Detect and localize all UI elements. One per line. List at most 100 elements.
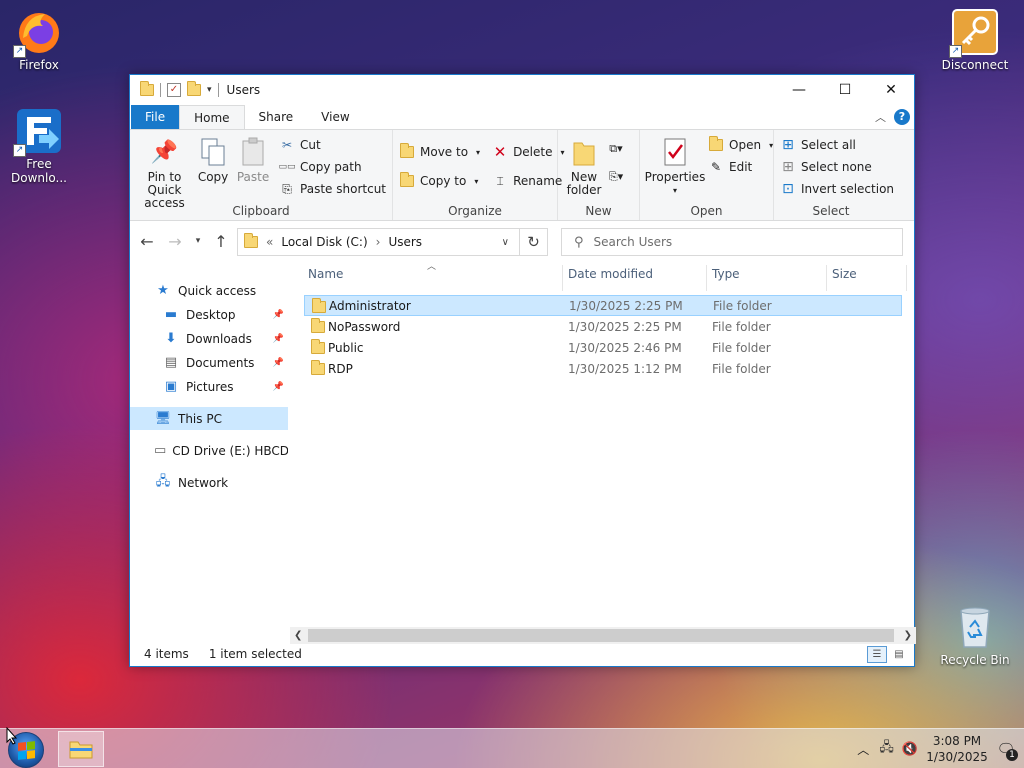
windows-logo-icon: [17, 740, 35, 760]
desktop-icon-disconnect[interactable]: ↗ Disconnect: [939, 8, 1011, 72]
file-name: RDP: [328, 361, 353, 376]
network-status-icon[interactable]: 🖧: [879, 738, 894, 760]
minimize-button[interactable]: —: [776, 75, 822, 105]
computer-icon: 🖥: [154, 411, 172, 426]
scroll-right-icon[interactable]: ❯: [904, 630, 912, 641]
taskbar-file-explorer[interactable]: [58, 731, 104, 767]
select-all-icon: ⊞: [782, 137, 794, 153]
file-row[interactable]: NoPassword 1/30/2025 2:25 PM File folder: [304, 316, 902, 337]
nav-quick-access[interactable]: ★ Quick access: [130, 279, 288, 302]
documents-icon: ▤: [164, 355, 178, 370]
column-header-name[interactable]: Name: [308, 267, 343, 281]
file-type: File folder: [712, 340, 771, 355]
close-button[interactable]: ✕: [868, 75, 914, 105]
nav-documents[interactable]: ▤ Documents 📌: [130, 351, 288, 374]
new-item-button[interactable]: ⧉▾: [608, 138, 624, 160]
tab-home[interactable]: Home: [179, 105, 245, 130]
desktop-icon-label: Free Downlo...: [11, 157, 67, 185]
maximize-button[interactable]: ☐: [822, 75, 868, 105]
up-button[interactable]: ↑: [212, 232, 230, 251]
open-button[interactable]: Open ▾: [708, 134, 773, 156]
move-to-icon: [399, 143, 415, 160]
paste-shortcut-button[interactable]: ⎘ Paste shortcut: [279, 178, 386, 200]
delete-button[interactable]: ✕ Delete ▾: [492, 141, 565, 163]
customize-qat-icon[interactable]: ▾: [207, 85, 212, 95]
delete-icon: ✕: [493, 143, 507, 161]
search-input[interactable]: Search Users: [594, 235, 673, 249]
column-divider[interactable]: [826, 265, 827, 291]
open-group: Properties ▾ Open ▾ ✎ Edit Open: [640, 130, 774, 220]
quick-access-toolbar: ✓ ▾: [130, 81, 219, 97]
address-dropdown-icon[interactable]: ∨: [502, 237, 509, 248]
easy-access-button[interactable]: ⎘▾: [608, 166, 624, 188]
edit-button[interactable]: ✎ Edit: [708, 156, 773, 178]
recent-locations-button[interactable]: ▾: [194, 236, 202, 246]
volume-muted-icon[interactable]: 🔇: [902, 742, 918, 757]
title-bar[interactable]: ✓ ▾ Users — ☐ ✕: [130, 75, 914, 105]
clock-time: 3:08 PM: [932, 734, 982, 748]
invert-selection-button[interactable]: ⊡ Invert selection: [780, 178, 894, 200]
taskbar: ︿ 🖧 🔇 3:08 PM 1/30/2025 🗨 1: [0, 728, 1024, 768]
notification-count: 1: [1006, 749, 1018, 761]
large-icons-view-button[interactable]: ▤: [889, 646, 909, 663]
desktop-icon-free-download[interactable]: ↗ Free Downlo...: [3, 107, 75, 185]
column-header-date[interactable]: Date modified: [568, 267, 653, 281]
tab-share[interactable]: Share: [245, 105, 308, 129]
clock[interactable]: 3:08 PM 1/30/2025: [926, 733, 988, 765]
desktop-icon-firefox[interactable]: ↗ Firefox: [3, 8, 75, 72]
properties-checkbox-icon[interactable]: ✓: [167, 83, 181, 97]
scroll-left-icon[interactable]: ❮: [294, 630, 302, 641]
show-hidden-icons-icon[interactable]: ︿: [857, 741, 869, 758]
tab-view[interactable]: View: [307, 105, 363, 129]
file-row[interactable]: Public 1/30/2025 2:46 PM File folder: [304, 337, 902, 358]
file-row[interactable]: RDP 1/30/2025 1:12 PM File folder: [304, 358, 902, 379]
navigation-pane: ★ Quick access ▬ Desktop 📌 ⬇ Downloads 📌…: [130, 261, 288, 643]
select-none-button[interactable]: ⊞ Select none: [780, 156, 894, 178]
nav-this-pc[interactable]: 🖥 This PC: [130, 407, 288, 430]
action-center-button[interactable]: 🗨 1: [988, 729, 1024, 768]
scrollbar-thumb[interactable]: [308, 629, 894, 642]
column-header-type[interactable]: Type: [712, 267, 740, 281]
help-icon[interactable]: ?: [894, 109, 910, 125]
rename-button[interactable]: ⌶ Rename: [492, 170, 564, 192]
copy-path-button[interactable]: ▭▭ Copy path: [279, 156, 386, 178]
invert-selection-icon: ⊡: [782, 181, 794, 197]
file-row[interactable]: Administrator 1/30/2025 2:25 PM File fol…: [304, 295, 902, 316]
column-header-size[interactable]: Size: [832, 267, 857, 281]
copy-icon: [197, 136, 229, 168]
file-date: 1/30/2025 2:46 PM: [568, 340, 682, 355]
breadcrumb-separator: ›: [375, 235, 381, 249]
column-divider[interactable]: [906, 265, 907, 291]
select-all-button[interactable]: ⊞ Select all: [780, 134, 894, 156]
tab-file[interactable]: File: [131, 105, 180, 129]
new-group: New folder ⧉▾ ⎘▾ New: [558, 130, 640, 220]
new-folder-icon[interactable]: [187, 81, 201, 96]
nav-downloads[interactable]: ⬇ Downloads 📌: [130, 327, 288, 350]
cut-button[interactable]: ✂ Cut: [279, 134, 386, 156]
folder-icon: [140, 81, 154, 96]
breadcrumb-users[interactable]: Users: [388, 235, 422, 249]
column-divider[interactable]: [706, 265, 707, 291]
desktop-icon: ▬: [164, 307, 178, 322]
system-tray: ︿ 🖧 🔇 3:08 PM 1/30/2025 🗨 1: [857, 729, 1024, 768]
search-box[interactable]: ⚲ Search Users: [561, 228, 903, 256]
address-bar[interactable]: « Local Disk (C:) › Users ∨: [237, 228, 548, 256]
address-overflow[interactable]: «: [266, 235, 273, 249]
file-date: 1/30/2025 2:25 PM: [569, 298, 683, 313]
nav-desktop[interactable]: ▬ Desktop 📌: [130, 303, 288, 326]
file-type: File folder: [713, 298, 772, 313]
nav-cd-drive[interactable]: ▭ CD Drive (E:) HBCD_P: [130, 439, 288, 462]
details-view-button[interactable]: ☰: [867, 646, 887, 663]
desktop-icon-recycle-bin[interactable]: Recycle Bin: [939, 603, 1011, 667]
nav-network[interactable]: 🖧 Network: [130, 471, 288, 494]
back-button[interactable]: ←: [138, 232, 156, 251]
forward-button[interactable]: →: [166, 232, 184, 251]
collapse-ribbon-icon[interactable]: ︿: [875, 109, 886, 125]
move-to-button[interactable]: Move to ▾: [399, 141, 480, 163]
copy-to-button[interactable]: Copy to ▾: [399, 170, 480, 192]
nav-pictures[interactable]: ▣ Pictures 📌: [130, 375, 288, 398]
breadcrumb-local-disk[interactable]: Local Disk (C:): [281, 235, 367, 249]
refresh-button[interactable]: ↻: [519, 228, 548, 256]
desktop-icon-label: Firefox: [19, 58, 59, 72]
column-divider[interactable]: [562, 265, 563, 291]
